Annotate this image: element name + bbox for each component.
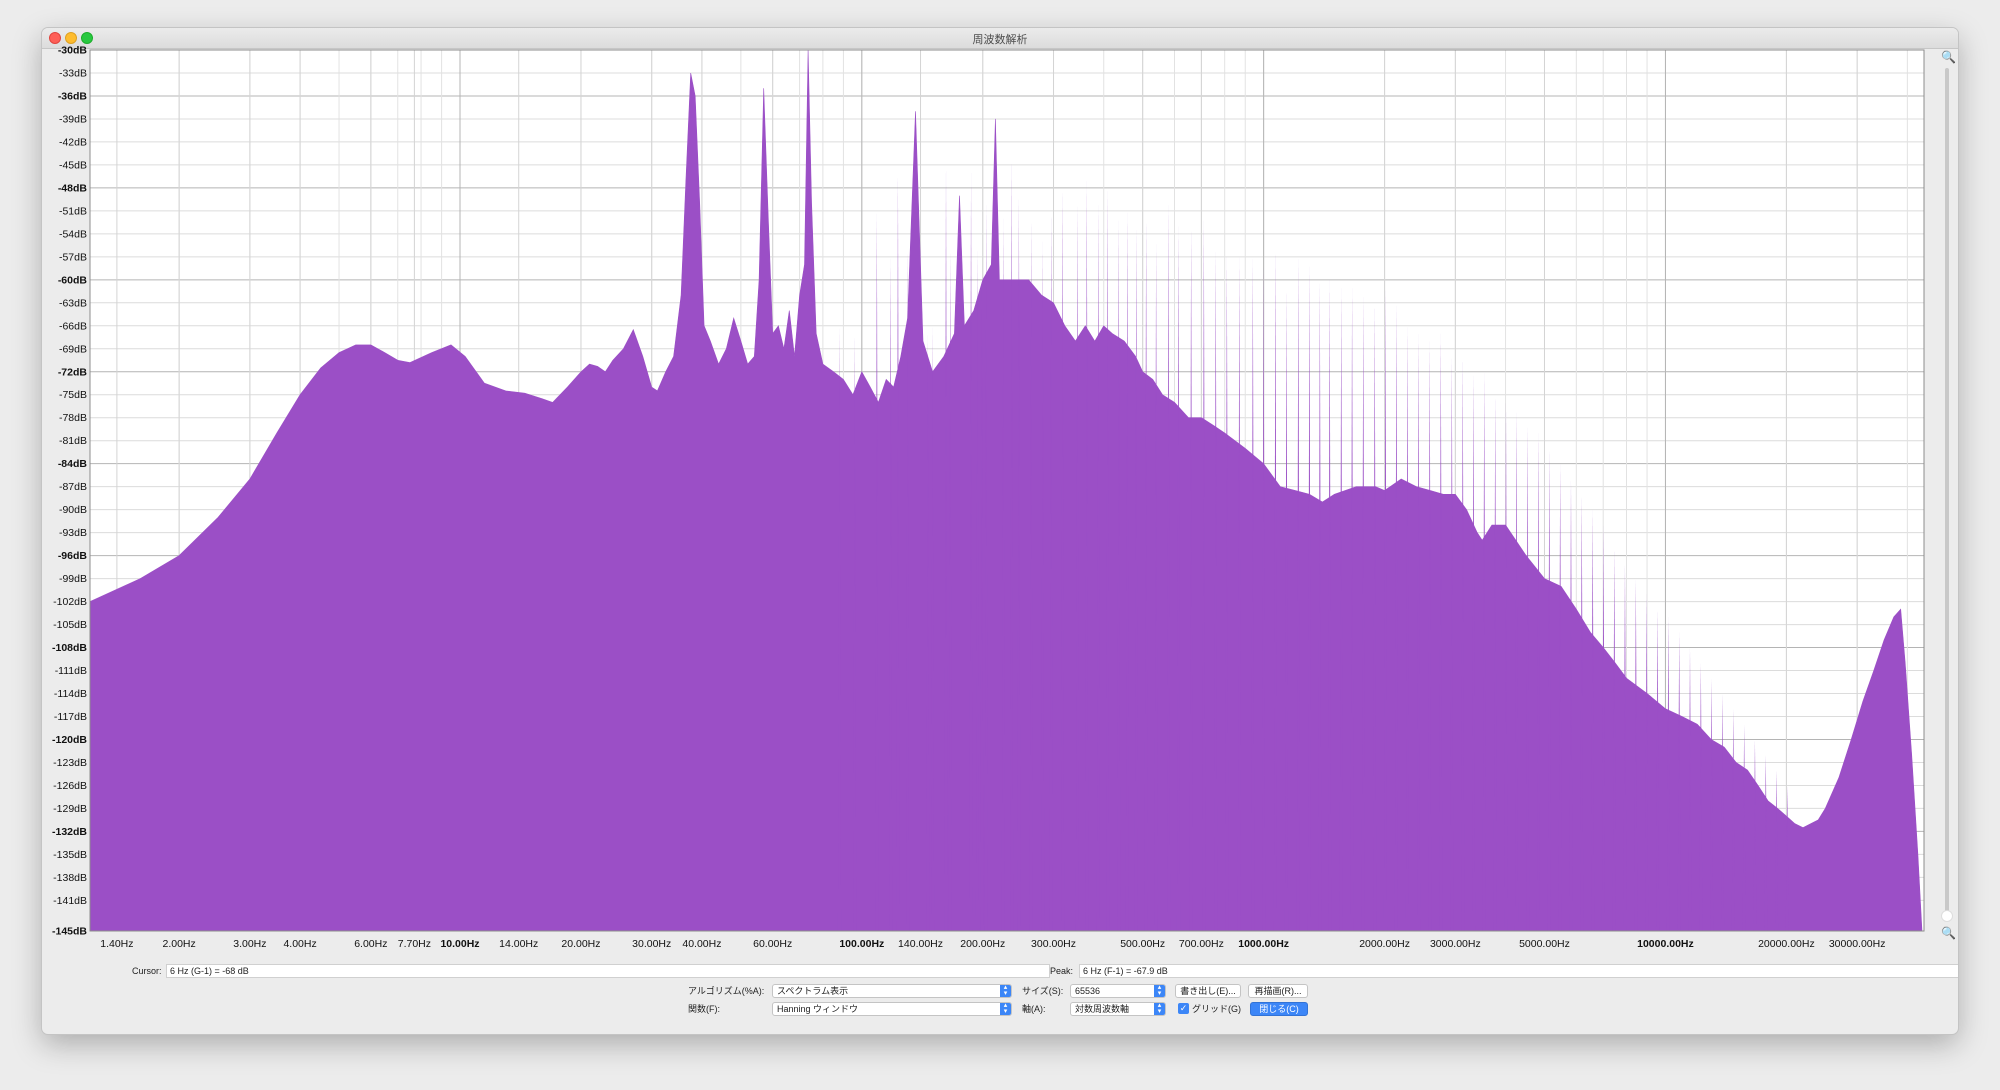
x-tick-label: 4.00Hz [283, 938, 316, 950]
status-row: Cursor: 6 Hz (G-1) = -68 dB Peak: 6 Hz (… [84, 964, 1958, 978]
function-value: Hanning ウィンドウ [777, 1004, 859, 1014]
y-tick-label: -93dB [59, 527, 87, 539]
vertical-scrollbar[interactable] [1945, 68, 1949, 918]
x-tick-label: 1000.00Hz [1238, 938, 1289, 950]
peak-readout: 6 Hz (F-1) = -67.9 dB [1079, 964, 1958, 978]
function-select[interactable]: Hanning ウィンドウ ▴ ▾ [772, 1002, 1012, 1016]
y-tick-label: -138dB [53, 872, 87, 884]
y-tick-label: -96dB [58, 550, 88, 562]
export-button[interactable]: 書き出し(E)... [1175, 984, 1241, 998]
axis-label: 軸(A): [1022, 1004, 1046, 1014]
y-tick-label: -105dB [53, 619, 87, 631]
y-tick-label: -99dB [59, 573, 87, 585]
y-tick-label: -114dB [54, 688, 87, 700]
scrollbar-thumb[interactable] [1941, 910, 1953, 922]
y-tick-label: -87dB [59, 481, 87, 493]
spectrum-plot[interactable]: -30dB -33dB -36dB -39dB -42dB -45dB -48dB -51dB… [42, 28, 1958, 963]
size-select[interactable]: 65536 ▴ ▾ [1070, 984, 1166, 998]
y-tick-label: -54dB [59, 228, 87, 240]
y-tick-label: -30dB [58, 45, 88, 57]
x-tick-label: 1.40Hz [100, 938, 133, 950]
algorithm-label: アルゴリズム(%A): [688, 986, 765, 996]
y-tick-label: -69dB [59, 343, 87, 355]
size-value: 65536 [1075, 986, 1101, 996]
chevron-updown-icon: ▴ ▾ [1000, 984, 1011, 997]
y-tick-label: -36dB [58, 90, 88, 102]
chevron-updown-icon: ▴ ▾ [1154, 984, 1165, 997]
y-tick-label: -111dB [55, 665, 87, 677]
replot-button[interactable]: 再描画(R)... [1248, 984, 1308, 998]
x-tick-label: 5000.00Hz [1519, 938, 1570, 950]
y-tick-label: -75dB [59, 389, 87, 401]
y-tick-label: -57dB [59, 251, 87, 263]
x-tick-label: 500.00Hz [1120, 938, 1165, 950]
y-tick-label: -123dB [53, 757, 87, 769]
x-tick-label: 40.00Hz [682, 938, 721, 950]
chevron-updown-icon: ▴ ▾ [1154, 1002, 1165, 1015]
peak-label: Peak: [1050, 966, 1074, 976]
algorithm-select[interactable]: スペクトラム表示 ▴ ▾ [772, 984, 1012, 998]
y-tick-label: -63dB [59, 297, 87, 309]
x-tick-label: 3000.00Hz [1430, 938, 1481, 950]
y-tick-label: -102dB [53, 596, 87, 608]
function-label: 関数(F): [688, 1004, 720, 1014]
y-tick-label: -126dB [53, 780, 87, 792]
frequency-analysis-window: 周波数解析 -30dB -33dB -36dB -39dB -42dB -45dB -48d… [42, 28, 1958, 1034]
axis-select[interactable]: 対数周波数軸 ▴ ▾ [1070, 1002, 1166, 1016]
y-tick-label: -120dB [52, 734, 87, 746]
x-tick-label: 30000.00Hz [1829, 938, 1886, 950]
x-tick-label: 20000.00Hz [1758, 938, 1815, 950]
y-tick-label: -145dB [52, 926, 87, 938]
cursor-readout: 6 Hz (G-1) = -68 dB [166, 964, 1050, 978]
y-tick-label: -135dB [53, 849, 87, 861]
x-tick-label: 700.00Hz [1179, 938, 1224, 950]
y-tick-label: -42dB [59, 136, 87, 148]
x-tick-label: 140.00Hz [898, 938, 943, 950]
x-tick-label: 10.00Hz [440, 938, 479, 950]
x-tick-label: 3.00Hz [233, 938, 266, 950]
y-tick-label: -108dB [52, 642, 87, 654]
zoom-in-icon[interactable]: 🔍 [1941, 50, 1956, 64]
size-label: サイズ(S): [1022, 986, 1064, 996]
y-tick-label: -141dB [53, 895, 87, 907]
chevron-updown-icon: ▴ ▾ [1000, 1002, 1011, 1015]
y-tick-label: -66dB [59, 320, 87, 332]
grid-checkbox[interactable]: ✓ [1178, 1003, 1189, 1014]
x-tick-label: 2000.00Hz [1359, 938, 1410, 950]
y-tick-label: -90dB [59, 504, 87, 516]
x-tick-label: 100.00Hz [839, 938, 884, 950]
y-tick-label: -48dB [58, 182, 88, 194]
x-tick-label: 200.00Hz [960, 938, 1005, 950]
y-tick-label: -60dB [58, 274, 88, 286]
close-button[interactable]: 閉じる(C) [1250, 1002, 1308, 1016]
x-tick-label: 60.00Hz [753, 938, 792, 950]
x-tick-label: 10000.00Hz [1637, 938, 1694, 950]
y-tick-label: -39dB [59, 113, 87, 125]
y-tick-label: -33dB [59, 67, 87, 79]
y-tick-label: -132dB [52, 826, 87, 838]
cursor-label: Cursor: [132, 966, 162, 976]
y-tick-label: -81dB [59, 435, 87, 447]
y-tick-label: -84dB [58, 458, 88, 470]
axis-value: 対数周波数軸 [1075, 1004, 1130, 1014]
x-tick-label: 2.00Hz [163, 938, 196, 950]
x-tick-label: 7.70Hz [398, 938, 431, 950]
x-tick-label: 300.00Hz [1031, 938, 1076, 950]
zoom-out-icon[interactable]: 🔍 [1941, 926, 1956, 940]
x-tick-label: 20.00Hz [561, 938, 600, 950]
x-tick-label: 14.00Hz [499, 938, 538, 950]
x-tick-label: 30.00Hz [632, 938, 671, 950]
y-tick-label: -51dB [59, 205, 87, 217]
grid-label: グリッド(G) [1192, 1004, 1241, 1014]
y-tick-label: -129dB [53, 803, 87, 815]
x-tick-label: 6.00Hz [354, 938, 387, 950]
y-tick-label: -72dB [58, 366, 88, 378]
algorithm-value: スペクトラム表示 [777, 986, 849, 996]
y-tick-label: -45dB [59, 159, 87, 171]
y-tick-label: -78dB [59, 412, 87, 424]
y-tick-label: -117dB [54, 711, 87, 723]
